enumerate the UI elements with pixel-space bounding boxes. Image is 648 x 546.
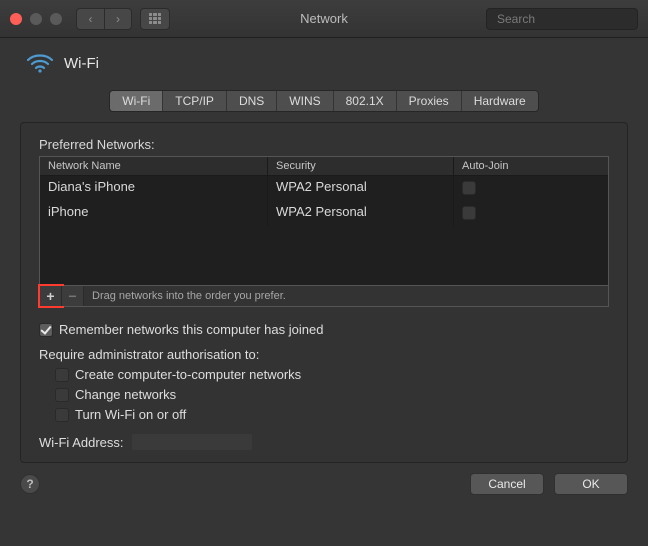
require-auth-options: Create computer-to-computer networks Cha… (39, 366, 609, 422)
wifi-icon (26, 52, 54, 74)
column-network-name[interactable]: Network Name (40, 157, 268, 175)
preferred-networks-table[interactable]: Network Name Security Auto-Join Diana's … (39, 156, 609, 286)
network-autojoin-cell (454, 201, 608, 226)
require-auth-label: Require administrator authorisation to: (39, 347, 609, 362)
table-controls: + − Drag networks into the order you pre… (39, 286, 609, 307)
require-checkbox[interactable] (55, 368, 69, 382)
require-checkbox[interactable] (55, 388, 69, 402)
table-row[interactable]: Diana's iPhone WPA2 Personal (40, 176, 608, 201)
require-checkbox[interactable] (55, 408, 69, 422)
back-button[interactable]: ‹ (76, 8, 104, 30)
require-option-row[interactable]: Create computer-to-computer networks (55, 366, 609, 382)
table-header: Network Name Security Auto-Join (40, 157, 608, 176)
nav-buttons: ‹ › (76, 8, 132, 30)
wifi-address-value (132, 434, 252, 450)
remember-networks-row[interactable]: Remember networks this computer has join… (39, 321, 609, 337)
remember-networks-label: Remember networks this computer has join… (59, 322, 323, 337)
column-security[interactable]: Security (268, 157, 454, 175)
wifi-panel: Preferred Networks: Network Name Securit… (20, 122, 628, 463)
network-security-cell: WPA2 Personal (268, 176, 454, 201)
cancel-button[interactable]: Cancel (470, 473, 544, 495)
table-row[interactable]: iPhone WPA2 Personal (40, 201, 608, 226)
require-option-row[interactable]: Turn Wi-Fi on or off (55, 406, 609, 422)
titlebar: ‹ › Network (0, 0, 648, 38)
column-auto-join[interactable]: Auto-Join (454, 157, 608, 175)
window-controls (10, 13, 62, 25)
forward-button[interactable]: › (104, 8, 132, 30)
autojoin-checkbox[interactable] (462, 181, 476, 195)
autojoin-checkbox[interactable] (462, 206, 476, 220)
tab-wifi[interactable]: Wi-Fi (110, 91, 163, 111)
tab-bar: Wi-Fi TCP/IP DNS WINS 802.1X Proxies Har… (20, 90, 628, 112)
wifi-address-label: Wi-Fi Address: (39, 435, 124, 450)
search-input[interactable] (497, 12, 648, 26)
minimize-window-button[interactable] (30, 13, 42, 25)
footer: ? Cancel OK (0, 463, 648, 507)
add-network-button[interactable]: + (40, 286, 62, 306)
tab-wins[interactable]: WINS (277, 91, 333, 111)
drag-hint: Drag networks into the order you prefer. (84, 290, 608, 302)
network-autojoin-cell (454, 176, 608, 201)
require-option-label: Turn Wi-Fi on or off (75, 407, 186, 422)
close-window-button[interactable] (10, 13, 22, 25)
tab-dns[interactable]: DNS (227, 91, 277, 111)
require-option-label: Change networks (75, 387, 176, 402)
tab-proxies[interactable]: Proxies (397, 91, 462, 111)
tab-hardware[interactable]: Hardware (462, 91, 538, 111)
content: Wi-Fi Wi-Fi TCP/IP DNS WINS 802.1X Proxi… (0, 38, 648, 463)
require-option-row[interactable]: Change networks (55, 386, 609, 402)
network-name-cell: Diana's iPhone (40, 176, 268, 201)
interface-label: Wi-Fi (64, 55, 99, 72)
grid-icon (149, 13, 161, 25)
ok-button[interactable]: OK (554, 473, 628, 495)
remove-network-button[interactable]: − (62, 286, 84, 306)
require-option-label: Create computer-to-computer networks (75, 367, 301, 382)
maximize-window-button[interactable] (50, 13, 62, 25)
network-name-cell: iPhone (40, 201, 268, 226)
wifi-address-row: Wi-Fi Address: (39, 434, 609, 450)
remember-networks-checkbox[interactable] (39, 323, 53, 337)
interface-header: Wi-Fi (20, 52, 628, 74)
preferred-networks-label: Preferred Networks: (39, 137, 609, 152)
show-all-button[interactable] (140, 8, 170, 30)
help-button[interactable]: ? (20, 474, 40, 494)
tab-tcpip[interactable]: TCP/IP (163, 91, 227, 111)
network-security-cell: WPA2 Personal (268, 201, 454, 226)
search-field[interactable] (486, 8, 638, 30)
tab-8021x[interactable]: 802.1X (334, 91, 397, 111)
